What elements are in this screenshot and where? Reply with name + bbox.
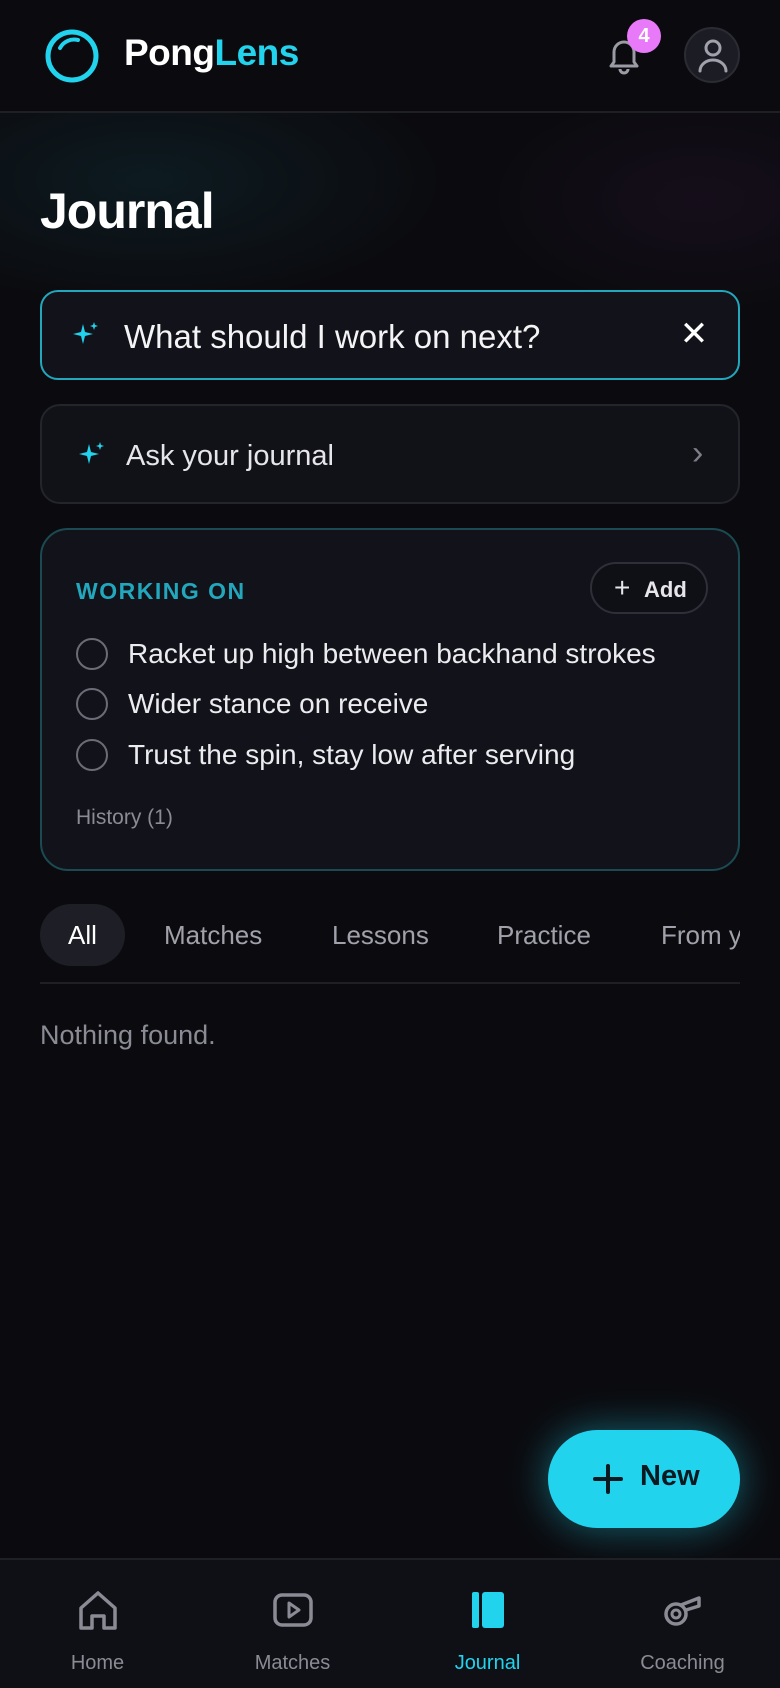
goal-item: Trust the spin, stay low after serving: [76, 737, 716, 777]
goal-text: Trust the spin, stay low after serving: [128, 739, 576, 770]
nav-item-home[interactable]: Home: [0, 1560, 195, 1688]
working-on-card: WORKING ON + Add Racket up high between …: [40, 528, 740, 871]
brand-part-pong: Pong: [124, 32, 215, 73]
notification-badge: 4: [627, 19, 661, 53]
journal-icon: [471, 1592, 504, 1628]
plus-icon: [593, 1464, 623, 1494]
tab-from-you[interactable]: From y: [661, 904, 740, 966]
goal-item: Wider stance on receive: [76, 686, 716, 726]
chevron-right-icon: ›: [692, 434, 704, 472]
new-entry-label: New: [640, 1460, 700, 1492]
nav-item-coaching[interactable]: Coaching: [585, 1560, 780, 1688]
nav-item-journal[interactable]: Journal: [390, 1560, 585, 1688]
ai-query-input[interactable]: What should I work on next? ✕: [40, 290, 740, 380]
add-goal-label: Add: [644, 577, 687, 602]
page-title: Journal: [40, 183, 215, 239]
profile-button[interactable]: [684, 27, 740, 83]
tab-all[interactable]: All: [40, 904, 125, 966]
history-link[interactable]: History (1): [76, 806, 173, 830]
goal-checkbox[interactable]: [76, 739, 108, 771]
sparkle-icon: [79, 442, 104, 464]
ask-journal-label: Ask your journal: [126, 440, 334, 472]
nav-item-matches[interactable]: Matches: [195, 1560, 390, 1688]
play-icon: [272, 1593, 313, 1627]
tab-practice[interactable]: Practice: [497, 904, 591, 966]
journal-page: PongLens 4 Journal What should I work on…: [0, 0, 780, 1688]
goal-text: Racket up high between backhand strokes: [128, 638, 656, 669]
new-entry-button[interactable]: New: [548, 1430, 740, 1528]
query-text: What should I work on next?: [124, 318, 541, 355]
goal-text: Wider stance on receive: [128, 688, 429, 719]
bottom-nav: Home Matches Journal Coaching: [0, 1558, 780, 1688]
empty-state: Nothing found.: [40, 1020, 216, 1050]
nav-label: Journal: [454, 1652, 521, 1674]
nav-label: Home: [70, 1652, 125, 1674]
brand-name: PongLens: [124, 32, 299, 74]
goal-item: Racket up high between backhand strokes: [76, 636, 716, 676]
user-icon: [698, 39, 728, 73]
tab-lessons[interactable]: Lessons: [332, 904, 429, 966]
nav-label: Coaching: [640, 1652, 725, 1674]
nav-label: Matches: [254, 1652, 331, 1674]
home-icon: [78, 1591, 117, 1630]
ask-journal-button[interactable]: Ask your journal ›: [40, 404, 740, 504]
plus-icon: +: [614, 572, 631, 603]
goal-checkbox[interactable]: [76, 638, 108, 670]
sparkle-icon: [73, 322, 98, 344]
working-on-label: WORKING ON: [76, 578, 246, 604]
logo-icon: [45, 29, 99, 83]
app-header: PongLens 4: [0, 0, 780, 113]
tab-matches[interactable]: Matches: [164, 904, 262, 966]
add-goal-button[interactable]: + Add: [590, 562, 708, 614]
goal-checkbox[interactable]: [76, 688, 108, 720]
whistle-icon: [663, 1596, 701, 1626]
brand-part-lens: Lens: [214, 32, 299, 73]
filter-tabs: All Matches Lessons Practice From y: [40, 904, 740, 984]
close-icon[interactable]: ✕: [672, 312, 716, 356]
tabs-divider: [40, 982, 740, 984]
